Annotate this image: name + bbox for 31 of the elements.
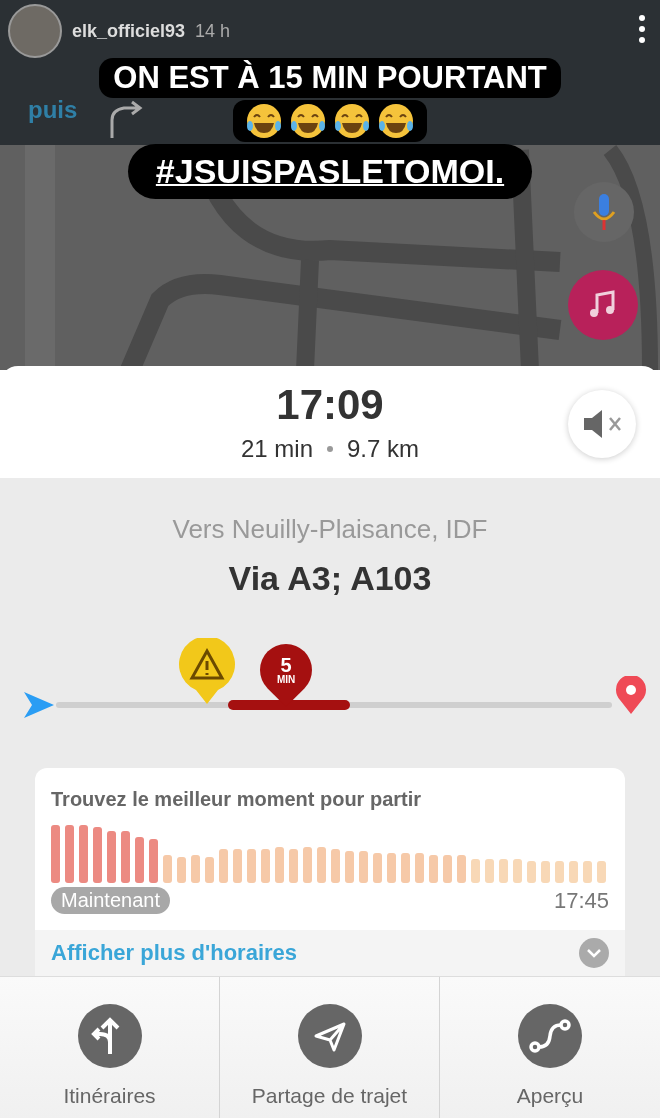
fork-arrows-icon <box>77 1003 142 1068</box>
paper-plane-icon <box>297 1003 362 1068</box>
arrival-time: 17:09 <box>276 381 384 429</box>
caption-text: ON EST À 15 MIN POURTANT <box>99 58 561 98</box>
jam-delay-value: 5 <box>280 655 292 675</box>
warning-marker-icon <box>178 638 236 704</box>
start-arrow-icon <box>24 692 54 718</box>
separator-dot <box>327 446 333 452</box>
laughing-emoji-icon <box>333 102 371 140</box>
destination-pin-icon <box>616 676 646 714</box>
jam-delay-unit: MIN <box>276 675 296 685</box>
action-button[interactable]: Partage de trajet <box>220 977 440 1118</box>
hashtag-caption: #JSUISPASLETOMOI. <box>127 144 533 199</box>
more-options-icon[interactable] <box>638 14 646 44</box>
route-via: Via A3; A103 <box>228 559 432 598</box>
trip-distance: 9.7 km <box>347 435 420 463</box>
microphone-icon <box>592 192 616 232</box>
action-button[interactable]: Itinéraires <box>0 977 220 1118</box>
laughing-emoji-icon <box>245 102 283 140</box>
post-time: 14 h <box>195 20 231 42</box>
sound-button[interactable] <box>568 390 636 458</box>
trip-duration: 21 min <box>240 435 313 463</box>
laughing-emoji-icon <box>377 102 415 140</box>
laughing-emoji-icon <box>289 102 327 140</box>
next-turn-label: puis <box>28 96 78 124</box>
destination-text: Vers Neuilly-Plaisance, IDF <box>172 514 488 545</box>
end-time-label: 17:45 <box>553 887 609 914</box>
username[interactable]: elk_officiel93 <box>72 20 186 42</box>
now-label: Maintenant <box>51 887 170 914</box>
speaker-muted-icon <box>582 408 622 440</box>
card-title: Trouvez le meilleur moment pour partir <box>51 788 423 811</box>
